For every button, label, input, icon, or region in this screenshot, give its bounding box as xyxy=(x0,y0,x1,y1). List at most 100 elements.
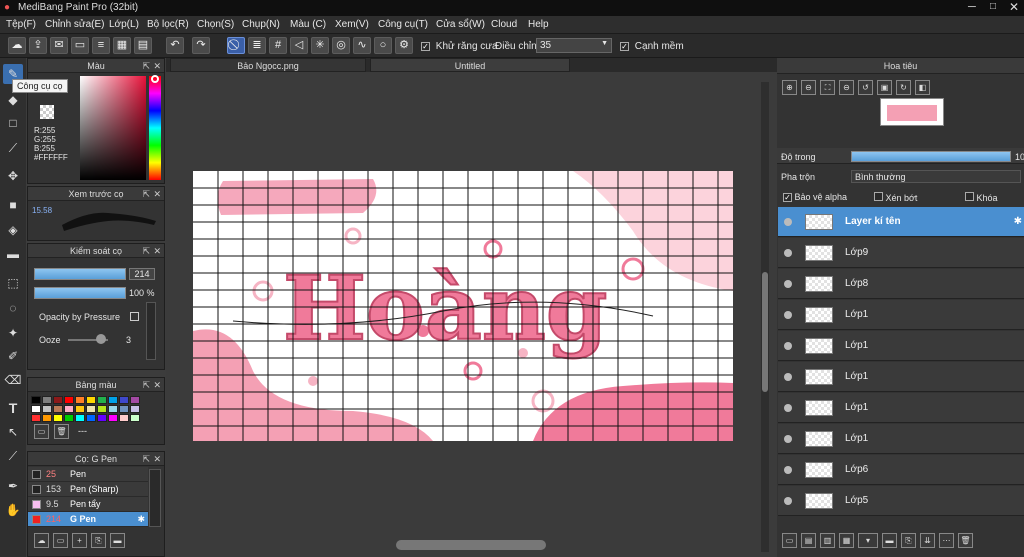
flip-icon[interactable]: ◧ xyxy=(915,80,930,95)
popout-icon[interactable]: ⇱ xyxy=(142,244,150,258)
zoom-out-icon[interactable]: ⊖ xyxy=(801,80,816,95)
close-button[interactable]: ✕ xyxy=(1009,0,1019,14)
cloud-brush-icon[interactable]: ☁ xyxy=(34,533,49,548)
new-1bit-layer-icon[interactable]: ▦ xyxy=(839,533,854,548)
palette-swatch[interactable] xyxy=(64,405,74,413)
menu-file[interactable]: Tệp(F) xyxy=(6,19,36,30)
snap-ellipse-icon[interactable]: ○ xyxy=(374,37,392,54)
snap-radial-icon[interactable]: ✳ xyxy=(311,37,329,54)
operation-tool-icon[interactable]: ↖ xyxy=(3,422,23,442)
new-brush-icon[interactable]: ▭ xyxy=(53,533,68,548)
snap-curve-icon[interactable]: ∿ xyxy=(353,37,371,54)
folder-icon[interactable]: ▬ xyxy=(882,533,897,548)
eye-icon[interactable] xyxy=(784,497,792,505)
palette-swatch[interactable] xyxy=(75,396,85,404)
eye-icon[interactable] xyxy=(784,373,792,381)
cloud-icon[interactable]: ☁ xyxy=(8,37,26,54)
eye-icon[interactable] xyxy=(784,311,792,319)
palette-swatch[interactable] xyxy=(97,405,107,413)
rotate-left-icon[interactable]: ↺ xyxy=(858,80,873,95)
layer-row[interactable]: Lớp6 xyxy=(778,455,1024,485)
adjust-select[interactable]: 35 ▼ xyxy=(536,38,612,53)
protect-alpha-checkbox[interactable]: ✓ xyxy=(783,193,792,202)
palette-swatch[interactable] xyxy=(97,396,107,404)
lasso-tool-icon[interactable]: ◌ xyxy=(3,298,23,318)
vertical-scroll-thumb[interactable] xyxy=(762,272,768,392)
popout-icon[interactable]: ⇱ xyxy=(142,59,150,73)
eye-icon[interactable] xyxy=(784,280,792,288)
close-icon[interactable]: ✕ xyxy=(153,59,161,73)
add-brush-icon[interactable]: + xyxy=(72,533,87,548)
antialias-checkbox[interactable]: ✓ xyxy=(421,42,430,51)
popout-icon[interactable]: ⇱ xyxy=(142,378,150,392)
upload-icon[interactable]: ⇪ xyxy=(29,37,47,54)
opacity-slider[interactable] xyxy=(34,287,126,299)
menu-edit[interactable]: Chỉnh sửa(E) xyxy=(45,19,105,30)
layer-row[interactable]: Lớp1 xyxy=(778,331,1024,361)
brush-list-scrollbar[interactable] xyxy=(149,469,161,527)
add-color-icon[interactable]: ▭ xyxy=(34,424,49,439)
size-slider[interactable] xyxy=(34,268,126,280)
maximize-button[interactable]: □ xyxy=(990,1,996,12)
menu-select[interactable]: Chọn(S) xyxy=(197,19,234,30)
menu-tools[interactable]: Công cụ(T) xyxy=(378,19,428,30)
settings-icon[interactable]: ⚙ xyxy=(395,37,413,54)
snap-grid-icon[interactable]: # xyxy=(269,37,287,54)
bucket-tool-icon[interactable]: ◈ xyxy=(3,220,23,240)
rect-tool-icon[interactable]: □ xyxy=(3,113,23,133)
menu-view[interactable]: Xem(V) xyxy=(335,19,369,30)
fill-rect-tool-icon[interactable]: ■ xyxy=(3,195,23,215)
palette-swatch[interactable] xyxy=(108,405,118,413)
add-layer-dropdown-icon[interactable]: ▾ xyxy=(858,533,878,548)
ooze-handle[interactable] xyxy=(96,334,106,344)
palette-swatch[interactable] xyxy=(108,414,118,422)
new-8bit-layer-icon[interactable]: ▥ xyxy=(820,533,835,548)
palette-swatch[interactable] xyxy=(42,414,52,422)
eye-icon[interactable] xyxy=(784,218,792,226)
layer-settings-icon[interactable]: ⋯ xyxy=(939,533,954,548)
palette-swatch[interactable] xyxy=(42,396,52,404)
eye-icon[interactable] xyxy=(784,435,792,443)
palette-swatch[interactable] xyxy=(53,405,63,413)
duplicate-layer-icon[interactable]: ⎘ xyxy=(901,533,916,548)
saturation-picker[interactable] xyxy=(80,76,146,180)
palette-swatch[interactable] xyxy=(64,396,74,404)
menu-layer[interactable]: Lớp(L) xyxy=(109,19,139,30)
close-icon[interactable]: ✕ xyxy=(153,378,161,392)
snap-perspective-icon[interactable]: ◁ xyxy=(290,37,308,54)
palette-swatch[interactable] xyxy=(75,405,85,413)
close-icon[interactable]: ✕ xyxy=(153,244,161,258)
new-page-icon[interactable]: ▭ xyxy=(71,37,89,54)
transparent-swatch[interactable] xyxy=(40,105,54,119)
select-pen-icon[interactable]: ✐ xyxy=(3,346,23,366)
layer-row[interactable]: Layer kí tên ✱ xyxy=(778,207,1024,237)
grid-tool-icon[interactable]: ▤ xyxy=(134,37,152,54)
palette-swatch[interactable] xyxy=(75,414,85,422)
text-tool-icon[interactable]: T xyxy=(3,398,23,418)
layer-row[interactable]: Lớp5 xyxy=(778,486,1024,516)
magic-wand-icon[interactable]: ✦ xyxy=(3,323,23,343)
gear-icon[interactable]: ✱ xyxy=(1014,216,1022,227)
palette-swatch[interactable] xyxy=(130,405,140,413)
navigator-thumbnail[interactable] xyxy=(880,98,944,126)
horizontal-scroll-thumb[interactable] xyxy=(396,540,546,550)
palette-swatch[interactable] xyxy=(86,405,96,413)
artwork-canvas[interactable]: Hoàng xyxy=(193,171,733,441)
menu-help[interactable]: Help xyxy=(528,19,549,30)
hue-slider[interactable] xyxy=(149,76,161,180)
palette-swatch[interactable] xyxy=(108,396,118,404)
palette-swatch[interactable] xyxy=(86,414,96,422)
layer-row[interactable]: Lớp1 xyxy=(778,393,1024,423)
document-icon[interactable]: ≡ xyxy=(92,37,110,54)
menu-color[interactable]: Màu (C) xyxy=(290,19,326,30)
menu-snap[interactable]: Chụp(N) xyxy=(242,19,280,30)
blend-select[interactable]: Bình thường xyxy=(851,170,1021,183)
palette-swatch[interactable] xyxy=(119,405,129,413)
eye-icon[interactable] xyxy=(784,466,792,474)
eraser-tool-icon[interactable]: ◆ xyxy=(3,90,23,110)
zoom-in-icon[interactable]: ⊕ xyxy=(782,80,797,95)
palette-swatch[interactable] xyxy=(119,414,129,422)
size-value[interactable]: 214 xyxy=(129,268,155,280)
palette-swatch[interactable] xyxy=(130,396,140,404)
select-eraser-icon[interactable]: ⌫ xyxy=(3,370,23,390)
